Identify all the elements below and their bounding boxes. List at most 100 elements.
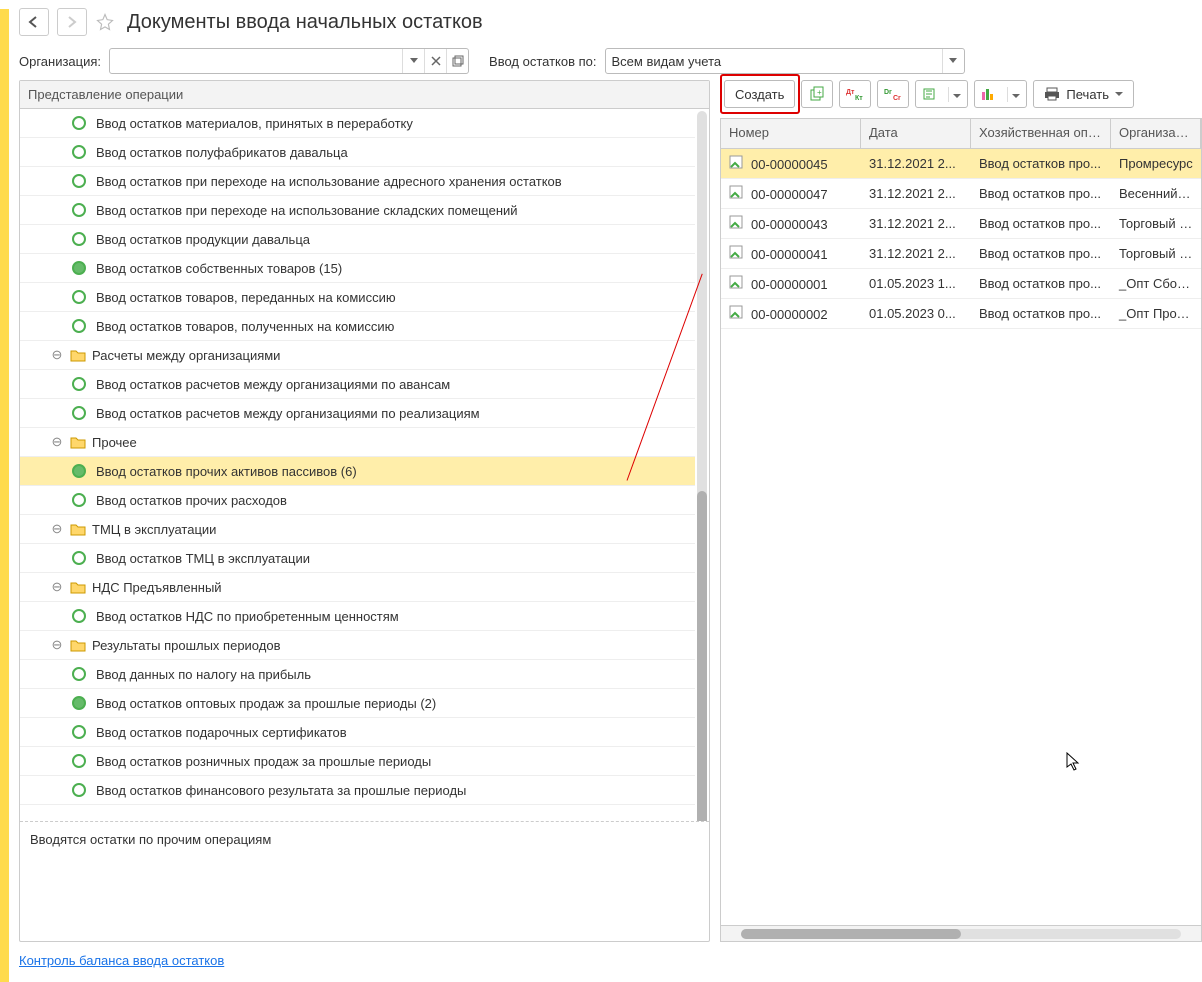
document-icon <box>729 305 745 319</box>
table-row[interactable]: 00-0000004331.12.2021 2...Ввод остатков … <box>721 209 1201 239</box>
table-row[interactable]: 00-0000004131.12.2021 2...Ввод остатков … <box>721 239 1201 269</box>
collapse-icon[interactable]: ⊖ <box>50 637 64 653</box>
tree-item[interactable]: Ввод остатков ТМЦ в эксплуатации <box>20 544 695 573</box>
status-icon <box>72 203 86 217</box>
print-button-label: Печать <box>1066 87 1109 102</box>
reports-button[interactable] <box>974 80 1027 108</box>
tree-header: Представление операции <box>20 81 709 109</box>
tree-item[interactable]: Ввод остатков оптовых продаж за прошлые … <box>20 689 695 718</box>
grid-hscroll[interactable] <box>721 925 1201 941</box>
tree-item[interactable]: Ввод остатков расчетов между организация… <box>20 370 695 399</box>
collapse-icon[interactable]: ⊖ <box>50 521 64 537</box>
tree-item[interactable]: Ввод остатков розничных продаж за прошлы… <box>20 747 695 776</box>
svg-text:Дт: Дт <box>846 89 855 96</box>
tree-item[interactable]: Ввод остатков при переходе на использова… <box>20 167 695 196</box>
documents-grid: Номер Дата Хозяйственная опе... Организа… <box>720 118 1202 942</box>
cell-op: Ввод остатков про... <box>971 276 1111 291</box>
tree-folder[interactable]: ⊖НДС Предъявленный <box>20 573 695 602</box>
table-row[interactable]: 00-0000004731.12.2021 2...Ввод остатков … <box>721 179 1201 209</box>
window-accent-bar <box>0 9 9 982</box>
collapse-icon[interactable]: ⊖ <box>50 579 64 595</box>
type-value[interactable]: Всем видам учета <box>606 54 942 69</box>
cell-number: 00-00000045 <box>751 157 828 172</box>
status-icon <box>72 783 86 797</box>
drcr-button[interactable]: DrCr <box>877 80 909 108</box>
popout-icon <box>452 55 464 67</box>
operation-tree-pane: Представление операции Ввод остатков мат… <box>19 80 710 942</box>
balance-control-link[interactable]: Контроль баланса ввода остатков <box>19 953 224 968</box>
tree-label: Ввод остатков расчетов между организация… <box>96 377 450 392</box>
forward-button[interactable] <box>57 8 87 36</box>
org-open-button[interactable] <box>446 49 468 73</box>
document-icon <box>729 185 745 199</box>
status-icon <box>72 609 86 623</box>
document-icon <box>729 215 745 229</box>
tree-scrollbar[interactable] <box>697 111 707 821</box>
status-icon <box>72 754 86 768</box>
type-combo[interactable]: Всем видам учета <box>605 48 965 74</box>
tree-item[interactable]: Ввод остатков полуфабрикатов давальца <box>20 138 695 167</box>
tree-folder[interactable]: ⊖ ТМЦ в эксплуатации <box>20 515 695 544</box>
document-icon <box>729 155 745 169</box>
tree-folder[interactable]: ⊖Результаты прошлых периодов <box>20 631 695 660</box>
favorite-icon[interactable] <box>95 12 115 32</box>
tree-item[interactable]: Ввод остатков НДС по приобретенным ценно… <box>20 602 695 631</box>
tree-item[interactable]: Ввод остатков при переходе на использова… <box>20 196 695 225</box>
back-button[interactable] <box>19 8 49 36</box>
col-header-date[interactable]: Дата <box>861 119 971 148</box>
tree-item[interactable]: Ввод остатков прочих активов пассивов (6… <box>20 457 695 486</box>
tree-label: Ввод остатков ТМЦ в эксплуатации <box>96 551 310 566</box>
dtkt-button[interactable]: ДтКт <box>839 80 871 108</box>
collapse-icon[interactable]: ⊖ <box>50 434 64 450</box>
tree-item[interactable]: Ввод остатков подарочных сертификатов <box>20 718 695 747</box>
status-icon <box>72 232 86 246</box>
col-header-op[interactable]: Хозяйственная опе... <box>971 119 1111 148</box>
tree-item[interactable]: Ввод остатков товаров, переданных на ком… <box>20 283 695 312</box>
org-dropdown-button[interactable] <box>402 49 424 73</box>
filter-row: Организация: Ввод остатков по: Всем вида… <box>9 44 1202 84</box>
tree-label: Ввод остатков материалов, принятых в пер… <box>96 116 413 131</box>
table-row[interactable]: 00-0000000201.05.2023 0...Ввод остатков … <box>721 299 1201 329</box>
cell-number: 00-00000001 <box>751 277 828 292</box>
col-header-org[interactable]: Организация <box>1111 119 1201 148</box>
tree-item[interactable]: Ввод остатков материалов, принятых в пер… <box>20 109 695 138</box>
tree-label: Ввод остатков НДС по приобретенным ценно… <box>96 609 399 624</box>
hint-text: Вводятся остатки по прочим операциям <box>20 821 709 941</box>
cell-org: Весенний сад <box>1111 186 1201 201</box>
col-header-number[interactable]: Номер <box>721 119 861 148</box>
table-row[interactable]: 00-0000004531.12.2021 2...Ввод остатков … <box>721 149 1201 179</box>
create-button[interactable]: Создать <box>724 80 795 108</box>
tree-label: Ввод остатков полуфабрикатов давальца <box>96 145 348 160</box>
collapse-icon[interactable]: ⊖ <box>50 347 64 363</box>
folder-icon <box>70 435 86 449</box>
svg-text:+: + <box>817 88 822 97</box>
print-button[interactable]: Печать <box>1033 80 1134 108</box>
cell-op: Ввод остатков про... <box>971 186 1111 201</box>
cell-date: 01.05.2023 0... <box>861 306 971 321</box>
grid-hscroll-thumb[interactable] <box>741 929 961 939</box>
org-combo[interactable] <box>109 48 469 74</box>
table-row[interactable]: 00-0000000101.05.2023 1...Ввод остатков … <box>721 269 1201 299</box>
tree-item[interactable]: Ввод остатков товаров, полученных на ком… <box>20 312 695 341</box>
tree-folder[interactable]: ⊖Прочее <box>20 428 695 457</box>
svg-text:Dr: Dr <box>884 89 892 96</box>
cell-org: _Опт Продажи <box>1111 306 1201 321</box>
tree-item[interactable]: Ввод остатков собственных товаров (15) <box>20 254 695 283</box>
tree-item[interactable]: Ввод данных по налогу на прибыль <box>20 660 695 689</box>
status-icon <box>72 261 86 275</box>
tree-item[interactable]: Ввод остатков финансового результата за … <box>20 776 695 805</box>
attach-button[interactable] <box>915 80 968 108</box>
close-icon <box>431 56 441 66</box>
tree-folder[interactable]: ⊖Расчеты между организациями <box>20 341 695 370</box>
tree-item[interactable]: Ввод остатков продукции давальца <box>20 225 695 254</box>
tree-label: ТМЦ в эксплуатации <box>92 522 216 537</box>
tree-item[interactable]: Ввод остатков прочих расходов <box>20 486 695 515</box>
tree-scrollbar-thumb[interactable] <box>697 491 707 821</box>
tree-label: Ввод остатков прочих расходов <box>96 493 287 508</box>
copy-button[interactable]: + <box>801 80 833 108</box>
type-dropdown-button[interactable] <box>942 49 964 73</box>
org-clear-button[interactable] <box>424 49 446 73</box>
tree-item[interactable]: Ввод остатков расчетов между организация… <box>20 399 695 428</box>
status-icon <box>72 725 86 739</box>
chevron-down-icon <box>949 58 957 64</box>
